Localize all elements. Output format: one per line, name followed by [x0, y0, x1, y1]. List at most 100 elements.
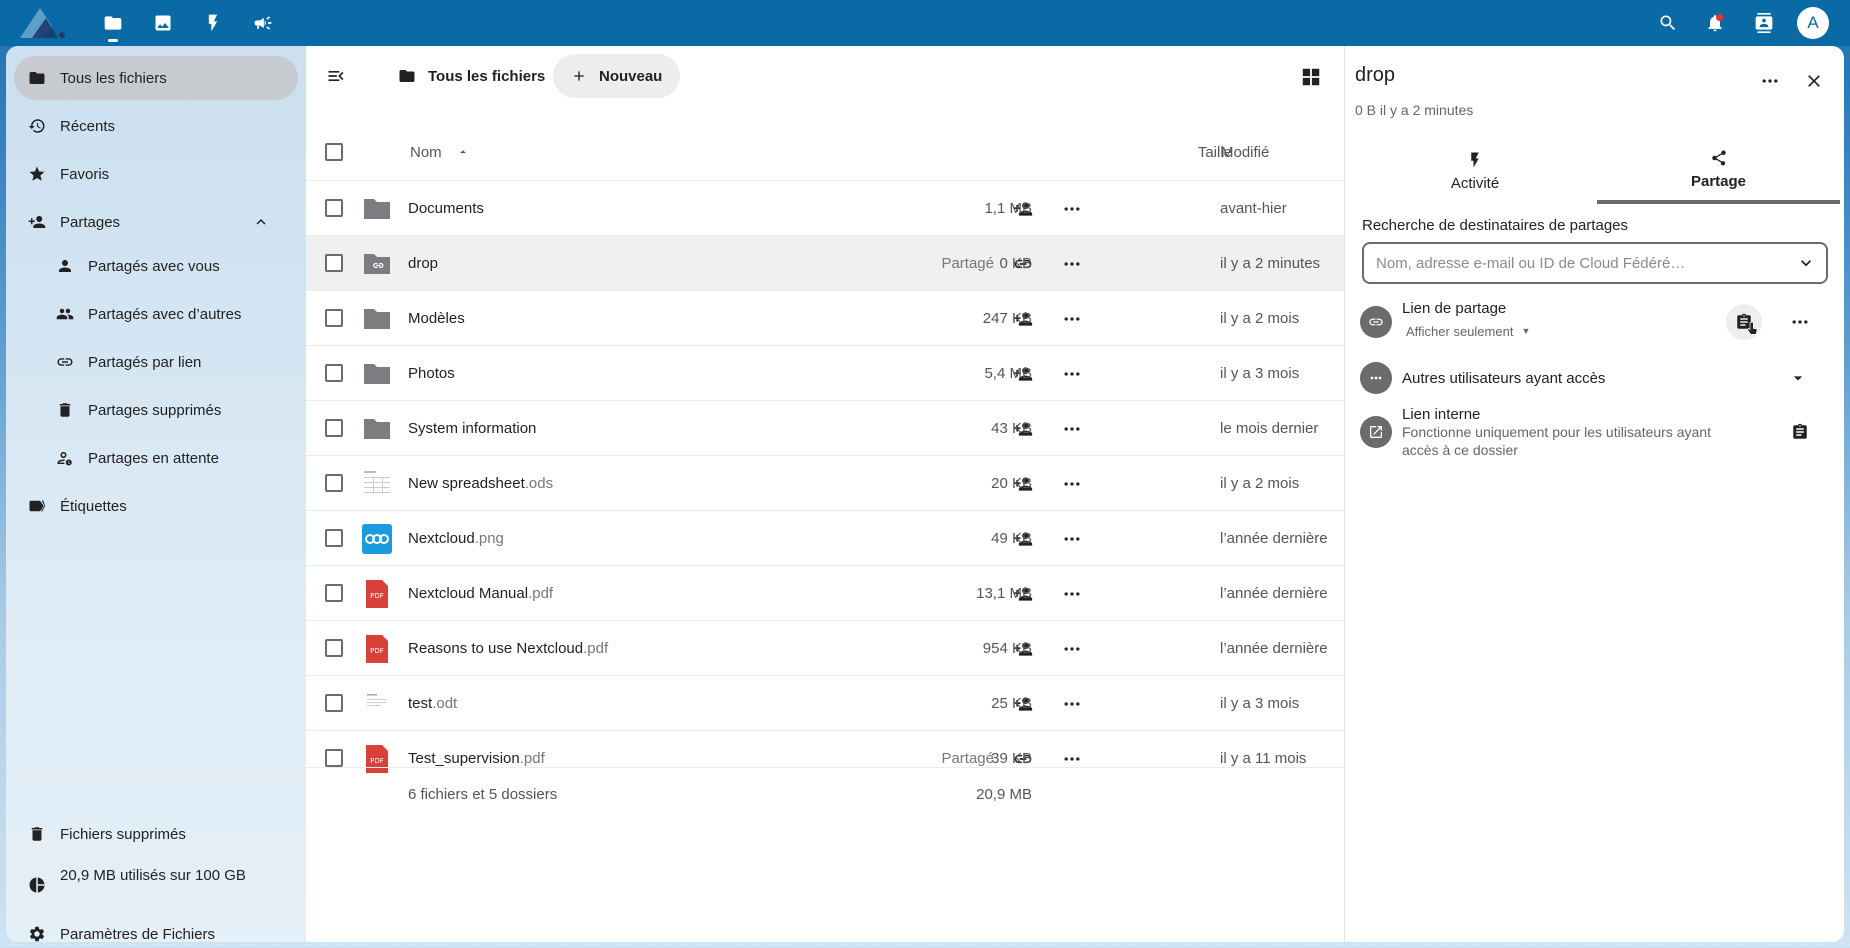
- file-name[interactable]: test .odt: [408, 676, 457, 731]
- row-checkbox[interactable]: [325, 749, 343, 767]
- select-all-checkbox[interactable]: [325, 143, 343, 161]
- file-row[interactable]: PDF Nextcloud Manual .pdf 13,1 MB l’année de…: [306, 565, 1344, 620]
- row-actions-button[interactable]: [1060, 362, 1084, 386]
- more-horizontal-icon: [1062, 694, 1082, 714]
- link-share-more-button[interactable]: [1786, 308, 1814, 336]
- modified-header-label: Modifié: [1221, 143, 1270, 161]
- row-actions-button[interactable]: [1060, 637, 1084, 661]
- sidebar-item-shares[interactable]: Partages: [14, 200, 298, 244]
- row-checkbox[interactable]: [325, 639, 343, 657]
- announcements-app-icon[interactable]: [248, 8, 278, 38]
- grid-view-button[interactable]: [1298, 64, 1324, 90]
- row-actions-button[interactable]: [1060, 527, 1084, 551]
- sidebar-item-shared-with-you[interactable]: Partagés avec vous: [42, 244, 298, 288]
- new-button[interactable]: Nouveau: [553, 54, 681, 98]
- file-row[interactable]: Photos 5,4 MB il y a 3 mois: [306, 345, 1344, 400]
- chevron-up-icon[interactable]: [252, 213, 270, 231]
- row-checkbox[interactable]: [325, 364, 343, 382]
- trash-icon: [59, 403, 71, 417]
- bell-icon[interactable]: [1700, 8, 1730, 38]
- row-checkbox[interactable]: [325, 309, 343, 327]
- tab-activity[interactable]: Activité: [1355, 138, 1595, 204]
- more-horizontal-icon: [1062, 199, 1082, 219]
- share-search-input[interactable]: Nom, adresse e-mail ou ID de Cloud Fédér…: [1362, 242, 1828, 284]
- file-basename: Photos: [408, 365, 455, 382]
- files-app-icon[interactable]: [98, 8, 128, 42]
- cursor-pointer-icon: [1746, 322, 1758, 335]
- column-header-name[interactable]: Nom: [410, 124, 470, 180]
- file-row[interactable]: drop Partagé 0 KB il y a 2 minutes: [306, 235, 1344, 290]
- column-header-modified[interactable]: Modifié: [1221, 124, 1269, 180]
- file-name[interactable]: drop: [408, 236, 438, 291]
- breadcrumb-all-files[interactable]: Tous les fichiers: [384, 54, 559, 98]
- history-icon: [28, 119, 45, 133]
- file-name[interactable]: Photos: [408, 346, 455, 401]
- file-name[interactable]: System information: [408, 401, 536, 456]
- file-name[interactable]: Reasons to use Nextcloud .pdf: [408, 621, 608, 676]
- close-details-button[interactable]: [1799, 66, 1829, 96]
- summary-count: 6 fichiers et 5 dossiers: [408, 785, 558, 803]
- file-row[interactable]: System information 43 KB le mois dernier: [306, 400, 1344, 455]
- file-row[interactable]: Modèles 247 KB il y a 2 mois: [306, 290, 1344, 345]
- sidebar-item-pending-shares[interactable]: Partages en attente: [42, 436, 298, 480]
- file-row[interactable]: Nextcloud .png 49 KB l’année dernière: [306, 510, 1344, 565]
- toggle-sidebar-button[interactable]: [320, 62, 352, 90]
- sidebar-item-shared-by-link[interactable]: Partagés par lien: [42, 340, 298, 384]
- settings-label: Paramètres de Fichiers: [60, 925, 216, 943]
- details-more-button[interactable]: [1755, 66, 1785, 96]
- sidebar-files-settings[interactable]: Paramètres de Fichiers: [14, 912, 298, 948]
- contacts-icon[interactable]: [1749, 8, 1779, 38]
- file-basename: drop: [408, 255, 439, 272]
- file-size: 0 KB: [999, 255, 1032, 272]
- file-row[interactable]: test .odt 25 KB il y a 3 mois: [306, 675, 1344, 730]
- row-actions-button[interactable]: [1060, 582, 1084, 606]
- link-share-permission-dropdown[interactable]: Afficher seulement ▼: [1402, 320, 1530, 342]
- app-logo-icon[interactable]: [18, 6, 68, 40]
- sidebar-item-recent[interactable]: Récents: [14, 104, 298, 148]
- row-checkbox[interactable]: [325, 529, 343, 547]
- file-row[interactable]: PDF Reasons to use Nextcloud .pdf 954 KB l’a…: [306, 620, 1344, 675]
- tab-sharing[interactable]: Partage: [1597, 138, 1840, 204]
- row-checkbox[interactable]: [325, 584, 343, 602]
- photos-app-icon[interactable]: [148, 8, 178, 38]
- sidebar-item-all-files[interactable]: Tous les fichiers: [14, 56, 298, 100]
- row-checkbox[interactable]: [325, 694, 343, 712]
- row-checkbox[interactable]: [325, 419, 343, 437]
- plus-icon: [574, 71, 584, 81]
- file-row[interactable]: Documents 1,1 MB avant-hier: [306, 180, 1344, 235]
- row-actions-button[interactable]: [1060, 417, 1084, 441]
- row-actions-button[interactable]: [1060, 252, 1084, 276]
- sidebar-deleted-files[interactable]: Fichiers supprimés: [14, 812, 298, 856]
- file-extension: .pdf: [583, 640, 609, 657]
- other-users-row[interactable]: Autres utilisateurs ayant accès: [1360, 356, 1830, 400]
- file-name[interactable]: Modèles: [408, 291, 465, 346]
- more-horizontal-icon: [1792, 320, 1808, 324]
- chevron-down-icon[interactable]: [1796, 253, 1816, 273]
- row-checkbox[interactable]: [325, 254, 343, 272]
- user-avatar[interactable]: A: [1797, 7, 1829, 39]
- activity-app-icon[interactable]: [198, 8, 228, 38]
- sidebar-item-favorites[interactable]: Favoris: [14, 152, 298, 196]
- copy-internal-link-button[interactable]: [1786, 418, 1814, 446]
- row-actions-button[interactable]: [1060, 307, 1084, 331]
- sidebar-quota[interactable]: 20,9 MB utilisés sur 100 GB: [14, 858, 298, 902]
- more-horizontal-icon: [1062, 364, 1082, 384]
- caret-down-icon[interactable]: [1788, 368, 1808, 388]
- file-size: 13,1 MB: [976, 585, 1032, 602]
- file-row[interactable]: New spreadsheet .ods 20 KB il y a 2 mois: [306, 455, 1344, 510]
- row-actions-button[interactable]: [1060, 692, 1084, 716]
- file-name[interactable]: Nextcloud .png: [408, 511, 504, 566]
- row-actions-button[interactable]: [1060, 197, 1084, 221]
- search-icon[interactable]: [1653, 8, 1683, 38]
- svg-text:PDF: PDF: [370, 592, 384, 600]
- file-name[interactable]: New spreadsheet .ods: [408, 456, 553, 511]
- internal-link-description-1: Fonctionne uniquement pour les utilisate…: [1402, 424, 1711, 440]
- sidebar-item-tags[interactable]: Étiquettes: [14, 484, 298, 528]
- row-checkbox[interactable]: [325, 199, 343, 217]
- file-name[interactable]: Nextcloud Manual .pdf: [408, 566, 553, 621]
- row-actions-button[interactable]: [1060, 472, 1084, 496]
- sidebar-item-deleted-shares[interactable]: Partages supprimés: [42, 388, 298, 432]
- sidebar-item-shared-with-others[interactable]: Partagés avec d’autres: [42, 292, 298, 336]
- file-name[interactable]: Documents: [408, 181, 484, 236]
- row-checkbox[interactable]: [325, 474, 343, 492]
